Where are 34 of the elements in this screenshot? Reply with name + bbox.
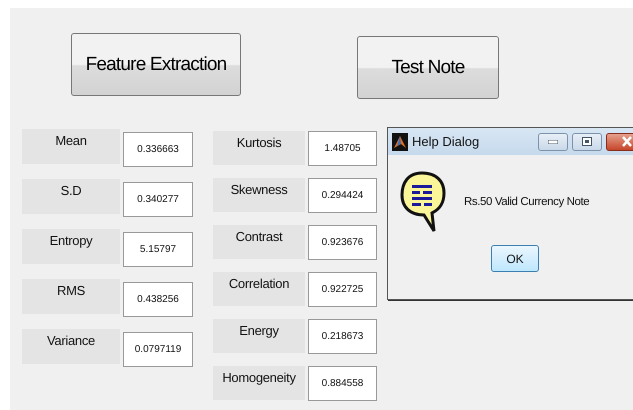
minimize-button[interactable] — [538, 132, 568, 150]
feature-label: Skewness — [213, 178, 305, 212]
feature-label: Variance — [22, 329, 120, 364]
speech-bubble-icon — [400, 171, 446, 233]
dialog-message: Rs.50 Valid Currency Note — [464, 196, 590, 208]
value-field[interactable]: 0.884558 — [308, 366, 377, 401]
maximize-button[interactable] — [572, 132, 602, 150]
ok-button[interactable]: OK — [491, 245, 539, 272]
value-field[interactable]: 0.340277 — [123, 182, 193, 217]
minimize-icon — [548, 140, 558, 144]
close-icon — [621, 136, 633, 147]
maximize-icon — [582, 137, 592, 146]
value-field[interactable]: 0.0797119 — [123, 332, 193, 367]
value-field[interactable]: 0.336663 — [123, 132, 193, 167]
feature-label: Homogeneity — [213, 366, 305, 400]
dialog-title: Help Dialog — [412, 134, 480, 149]
value-field[interactable]: 1.48705 — [308, 131, 377, 166]
feature-label: Mean — [22, 129, 120, 164]
action-button[interactable]: Test Note — [357, 36, 499, 99]
feature-label: Correlation — [213, 272, 305, 306]
feature-label: Kurtosis — [213, 131, 305, 165]
feature-label: RMS — [22, 279, 120, 314]
value-field[interactable]: 5.15797 — [123, 232, 193, 267]
value-field[interactable]: 0.294424 — [308, 178, 377, 213]
value-field[interactable]: 0.218673 — [308, 319, 377, 354]
app-icon — [392, 132, 408, 150]
value-field[interactable]: 0.923676 — [308, 225, 377, 260]
feature-label: Contrast — [213, 225, 305, 259]
value-field[interactable]: 0.438256 — [123, 282, 193, 317]
action-button[interactable]: Feature Extraction — [71, 33, 241, 96]
value-field[interactable]: 0.922725 — [308, 272, 377, 307]
feature-label: Energy — [213, 319, 305, 353]
feature-label: Entropy — [22, 229, 120, 264]
feature-label: S.D — [22, 179, 120, 214]
